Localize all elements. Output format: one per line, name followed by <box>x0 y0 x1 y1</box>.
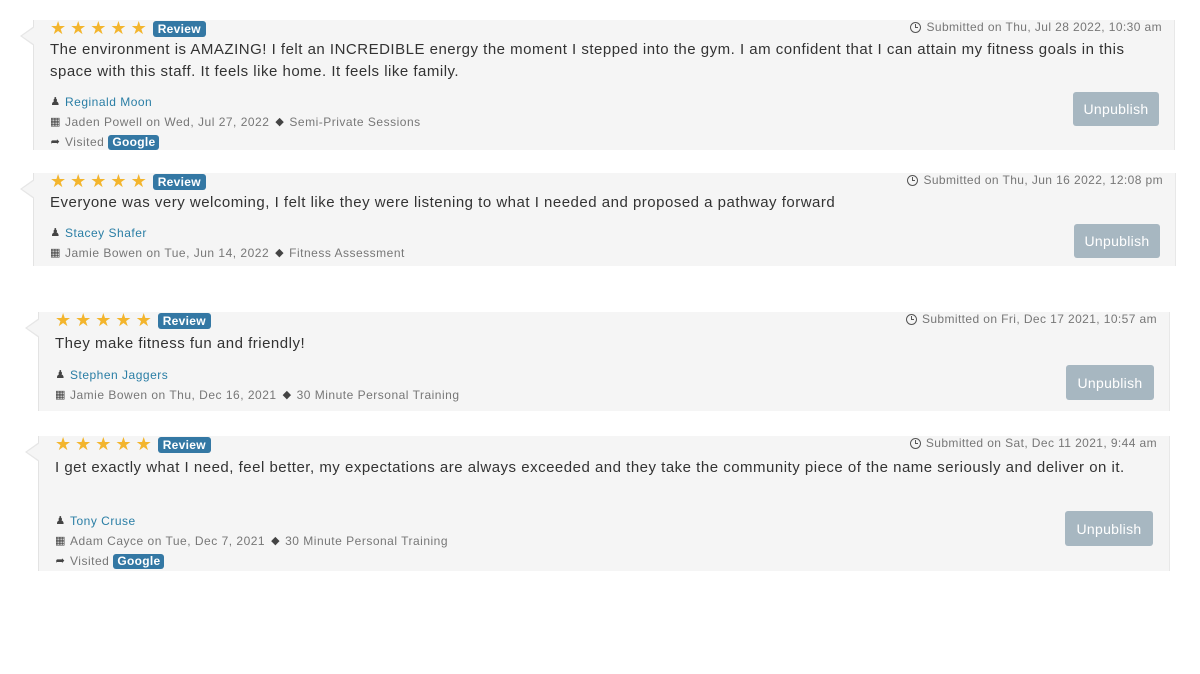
service-name: Semi-Private Sessions <box>289 115 421 129</box>
star-icon: ★ <box>50 171 67 192</box>
review-badge: Review <box>157 313 211 329</box>
star-icon: ★ <box>110 18 127 39</box>
review-card: ★ ★ ★ ★ ★ Review Submitted on Thu, Jul 2… <box>20 20 1175 152</box>
submitted-text: Submitted on Sat, Dec 11 2021, 9:44 am <box>925 436 1157 450</box>
review-text: The environment is AMAZING! I felt an IN… <box>50 41 1125 80</box>
star-icon: ★ <box>135 434 152 455</box>
tag-icon: ◆ <box>271 534 281 547</box>
review-badge: Review <box>152 21 206 37</box>
unpublish-button[interactable]: Unpublish <box>1066 365 1154 400</box>
star-icon: ★ <box>115 310 132 331</box>
review-text: Everyone was very welcoming, I felt like… <box>50 194 836 211</box>
submitted-timestamp: Submitted on Thu, Jun 16 2022, 12:08 pm <box>907 173 1163 187</box>
star-icon: ★ <box>50 18 67 39</box>
review-text: I get exactly what I need, feel better, … <box>55 459 1125 476</box>
visited-label: Visited <box>70 554 110 568</box>
calendar-icon: ▦ <box>55 388 66 401</box>
star-icon: ★ <box>95 434 112 455</box>
star-icon: ★ <box>130 18 147 39</box>
service-name: 30 Minute Personal Training <box>296 388 460 402</box>
star-icon: ★ <box>95 310 112 331</box>
review-meta: ♟ Stacey Shafer ▦ Jamie Bowen on Tue, Ju… <box>50 223 405 263</box>
clock-icon <box>905 313 917 325</box>
star-icon: ★ <box>110 171 127 192</box>
user-icon: ♟ <box>50 226 61 239</box>
calendar-icon: ▦ <box>50 246 61 259</box>
star-rating: ★ ★ ★ ★ ★ Review <box>50 20 206 38</box>
author-link[interactable]: Stacey Shafer <box>65 223 147 243</box>
tag-icon: ◆ <box>275 246 285 259</box>
author-link[interactable]: Stephen Jaggers <box>70 365 168 385</box>
unpublish-button[interactable]: Unpublish <box>1073 92 1159 126</box>
submitted-text: Submitted on Fri, Dec 17 2021, 10:57 am <box>921 312 1157 326</box>
review-text: They make fitness fun and friendly! <box>55 335 306 352</box>
visited-source-badge: Google <box>108 134 160 150</box>
submitted-text: Submitted on Thu, Jun 16 2022, 12:08 pm <box>923 173 1163 187</box>
booking-info: Adam Cayce on Tue, Dec 7, 2021 <box>70 534 266 548</box>
submitted-timestamp: Submitted on Fri, Dec 17 2021, 10:57 am <box>905 312 1157 326</box>
tag-icon: ◆ <box>282 388 292 401</box>
share-icon: ➦ <box>50 135 61 148</box>
star-icon: ★ <box>70 18 87 39</box>
star-icon: ★ <box>75 310 92 331</box>
review-card: ★ ★ ★ ★ ★ Review Submitted on Thu, Jun 1… <box>20 173 1176 266</box>
star-icon: ★ <box>135 310 152 331</box>
star-icon: ★ <box>90 18 107 39</box>
review-card: ★ ★ ★ ★ ★ Review Submitted on Sat, Dec 1… <box>25 436 1170 571</box>
submitted-text: Submitted on Thu, Jul 28 2022, 10:30 am <box>926 20 1162 34</box>
booking-info: Jaden Powell on Wed, Jul 27, 2022 <box>65 115 270 129</box>
clock-icon <box>910 21 922 33</box>
user-icon: ♟ <box>50 95 61 108</box>
star-icon: ★ <box>115 434 132 455</box>
author-link[interactable]: Tony Cruse <box>70 511 136 531</box>
calendar-icon: ▦ <box>55 534 66 547</box>
submitted-timestamp: Submitted on Sat, Dec 11 2021, 9:44 am <box>909 436 1157 450</box>
calendar-icon: ▦ <box>50 115 61 128</box>
tag-icon: ◆ <box>275 115 285 128</box>
review-card: ★ ★ ★ ★ ★ Review Submitted on Fri, Dec 1… <box>25 312 1170 411</box>
review-meta: ♟ Reginald Moon ▦ Jaden Powell on Wed, J… <box>50 92 421 152</box>
star-icon: ★ <box>130 171 147 192</box>
clock-icon <box>909 437 921 449</box>
visited-source-badge: Google <box>113 553 165 569</box>
review-badge: Review <box>157 437 211 453</box>
author-link[interactable]: Reginald Moon <box>65 92 152 112</box>
user-icon: ♟ <box>55 368 66 381</box>
star-icon: ★ <box>90 171 107 192</box>
unpublish-button[interactable]: Unpublish <box>1074 224 1160 258</box>
share-icon: ➦ <box>55 554 66 567</box>
booking-info: Jamie Bowen on Thu, Dec 16, 2021 <box>70 388 277 402</box>
review-badge: Review <box>152 174 206 190</box>
user-icon: ♟ <box>55 514 66 527</box>
booking-info: Jamie Bowen on Tue, Jun 14, 2022 <box>65 246 270 260</box>
star-rating: ★ ★ ★ ★ ★ Review <box>50 173 206 191</box>
star-icon: ★ <box>55 310 72 331</box>
clock-icon <box>907 174 919 186</box>
visited-label: Visited <box>65 135 105 149</box>
unpublish-button[interactable]: Unpublish <box>1065 511 1153 546</box>
service-name: Fitness Assessment <box>289 246 405 260</box>
service-name: 30 Minute Personal Training <box>285 534 449 548</box>
star-icon: ★ <box>70 171 87 192</box>
star-rating: ★ ★ ★ ★ ★ Review <box>55 436 211 454</box>
submitted-timestamp: Submitted on Thu, Jul 28 2022, 10:30 am <box>910 20 1162 34</box>
review-meta: ♟ Stephen Jaggers ▦ Jamie Bowen on Thu, … <box>55 365 460 405</box>
review-meta: ♟ Tony Cruse ▦ Adam Cayce on Tue, Dec 7,… <box>55 511 448 571</box>
star-icon: ★ <box>75 434 92 455</box>
star-icon: ★ <box>55 434 72 455</box>
star-rating: ★ ★ ★ ★ ★ Review <box>55 312 211 330</box>
